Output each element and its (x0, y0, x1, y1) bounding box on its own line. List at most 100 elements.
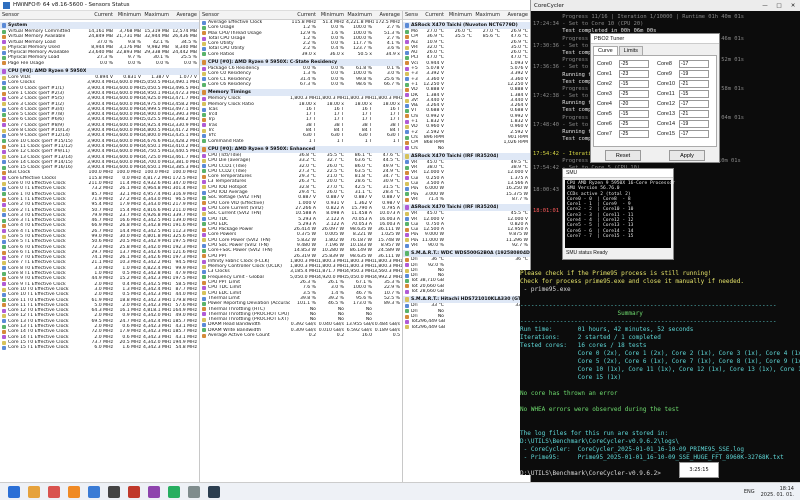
column-header-minimum[interactable]: Minimum (115, 12, 143, 18)
amd-software-icon[interactable] (48, 485, 60, 498)
core-offset-input[interactable] (619, 80, 649, 88)
sensor-label: CPU [#0]: AMD Ryzen 9 5950X (8, 69, 87, 75)
sensor-group-header[interactable]: CPU [#0]: AMD Ryzen 9 5950X: Enhanced (200, 145, 402, 153)
column-header-minimum[interactable]: Minimum (318, 12, 346, 18)
apply-button[interactable]: Apply (669, 150, 705, 161)
core-offset-input[interactable] (679, 80, 709, 88)
core-offset-label: Core2 (597, 81, 612, 87)
sensor-icon (405, 98, 409, 103)
minimize-icon[interactable]: — (758, 3, 772, 9)
pbo2-titlebar[interactable]: PBO2 Tuner (591, 34, 719, 44)
firefox-icon[interactable] (68, 485, 80, 498)
tab-limits[interactable]: Limits (618, 46, 644, 55)
core-offset-input[interactable] (679, 90, 709, 98)
core-offset-input[interactable] (619, 110, 649, 118)
terminal-icon[interactable] (108, 485, 120, 498)
tray-language[interactable]: ENG (744, 489, 755, 495)
smu-titlebar[interactable]: SMU (563, 169, 673, 178)
hwinfo-taskbar-icon[interactable] (208, 485, 220, 498)
sensor-group-header[interactable]: ASRock X470 Taichi (Nuvoton NCT6779D) (403, 22, 530, 29)
sensor-icon (2, 335, 6, 340)
sensor-row[interactable]: Core 15 T1 Effective Clock 6.0 MHz 1.6 MHz… (0, 345, 199, 350)
core-offset-input[interactable] (619, 60, 649, 68)
terminal-line: 17:24:34 - Set to Core 10 (CPU 20) (533, 21, 644, 28)
pbo2-tabs: Curve Limits (591, 44, 719, 55)
core-offset-row: Core11 (657, 89, 713, 99)
tray-clock[interactable]: 18:14 2025. 01. 01. (761, 486, 794, 498)
column-header-average[interactable]: Average (374, 12, 402, 18)
core-offset-input[interactable] (619, 90, 649, 98)
core-offset-input[interactable] (619, 120, 649, 128)
app-icon-red[interactable] (128, 485, 140, 498)
column-header-maximum[interactable]: Maximum (143, 12, 171, 18)
sensor-icon (2, 329, 6, 334)
column-header-current[interactable]: Current (418, 12, 446, 18)
core-offset-input[interactable] (679, 130, 709, 138)
sensor-row[interactable]: VRM Efficiency 90.0 % 92.7 % (403, 243, 530, 248)
app-icon-gray[interactable] (188, 485, 200, 498)
sensor-icon (2, 261, 6, 266)
sensor-name: VRM Efficiency (403, 197, 418, 202)
column-header[interactable]: SensorCurrentMinimumMaximumAverage (0, 11, 199, 20)
core-offset-input[interactable] (679, 70, 709, 78)
sensor-group-header[interactable]: S.M.A.R.T.: WDC WDS500G2B0A (192580804D) (403, 250, 530, 258)
app-icon-purple[interactable] (148, 485, 160, 498)
terminal-titlebar[interactable]: CoreCycler — □ ✕ (531, 0, 800, 11)
column-header-sensor[interactable]: Sensor (200, 12, 290, 18)
sensor-group-header[interactable]: CPU [#0]: AMD Ryzen 9 5950X: C-State Res… (200, 59, 402, 67)
sensor-row[interactable]: Average Active Core Count 0.2 0.2 16.0 0.5 (200, 333, 402, 338)
sensor-icon (405, 171, 409, 176)
column-header[interactable]: SensorCurrentMinimumMaximumAverage (403, 11, 530, 20)
sensor-row[interactable]: Command Rate 1 T 1 T 1 T 1 T (200, 139, 402, 144)
sensor-group-header[interactable]: Memory Timings (200, 89, 402, 97)
sensor-group-header[interactable]: CPU [#0]: AMD Ryzen 9 5950X (0, 68, 199, 76)
core-offset-input[interactable] (619, 70, 649, 78)
column-header-current[interactable]: Current (290, 12, 318, 18)
column-header-current[interactable]: Current (87, 12, 115, 18)
hwinfo-titlebar[interactable]: HWiNFO® 64 v8.16-5600 - Sensors Status (0, 0, 530, 11)
sensor-icon (405, 181, 409, 186)
sensor-group-header[interactable]: ASRock X470 Taichi (IRF IR35204) (403, 152, 530, 160)
column-header-maximum[interactable]: Maximum (346, 12, 374, 18)
mail-icon[interactable] (88, 485, 100, 498)
core-offset-input[interactable] (619, 100, 649, 108)
sensor-row[interactable]: VRM Efficiency 71.4 % 87.7 % (403, 197, 530, 202)
reset-button[interactable]: Reset (605, 150, 641, 161)
sensor-icon (202, 280, 206, 285)
core-offset-input[interactable] (619, 130, 649, 138)
sensor-icon (202, 72, 206, 77)
core-offset-input[interactable] (679, 100, 709, 108)
mini-clock-widget[interactable]: 3:25:15 (679, 462, 719, 478)
close-icon[interactable]: ✕ (786, 3, 800, 9)
column-header-maximum[interactable]: Maximum (474, 12, 502, 18)
sensor-group-header[interactable]: S.M.A.R.T.: Hitachi HDS721010KLA330 (GTE… (403, 296, 530, 304)
column-header-sensor[interactable]: Sensor (0, 12, 87, 18)
app-icon-green[interactable] (168, 485, 180, 498)
core-offset-input[interactable] (679, 60, 709, 68)
column-header[interactable]: SensorCurrentMinimumMaximumAverage (200, 11, 402, 20)
sensor-icon (2, 282, 6, 287)
tab-curve[interactable]: Curve (593, 46, 618, 55)
core-offset-row: Core5 (597, 109, 653, 119)
column-header-average[interactable]: Average (171, 12, 199, 18)
summary-line: - prime95.exe (520, 286, 571, 293)
sensor-row[interactable]: Total Host Reads28,660 GB (403, 289, 530, 294)
sensor-icon (2, 96, 6, 101)
column-header-average[interactable]: Average (502, 12, 530, 18)
column-header-minimum[interactable]: Minimum (446, 12, 474, 18)
sensor-row[interactable]: Page File Usage 0.0 % 0.0 % 0.0 % 0.0 % (0, 61, 199, 66)
maximize-icon[interactable]: □ (772, 3, 786, 9)
core-offset-input[interactable] (679, 110, 709, 118)
sensor-label: Total Host Reads (411, 289, 418, 295)
sensor-row[interactable]: Chassis Intrusion No (403, 146, 530, 151)
sensor-row[interactable]: Total Host Reads296,449 GB (403, 325, 530, 330)
file-explorer-icon[interactable] (28, 485, 40, 498)
sensor-row[interactable]: Core Ratios 39.0 x 36.0 x 50.5 x 34.9 x (200, 52, 402, 57)
sensor-row[interactable]: Core C6 Residency 67.3 % 0.0 % 98.6 % 66.7 % (200, 82, 402, 87)
hwinfo-title: HWiNFO® 64 v8.16-5600 - Sensors Status (13, 2, 130, 8)
sensor-group-header[interactable]: System (0, 22, 199, 29)
core-offset-input[interactable] (679, 120, 709, 128)
sensor-group-header[interactable]: ASRock X470 Taichi (IRF IR35204) (403, 204, 530, 212)
start-icon[interactable] (8, 485, 20, 498)
column-header-sensor[interactable]: Sensor (403, 12, 418, 18)
